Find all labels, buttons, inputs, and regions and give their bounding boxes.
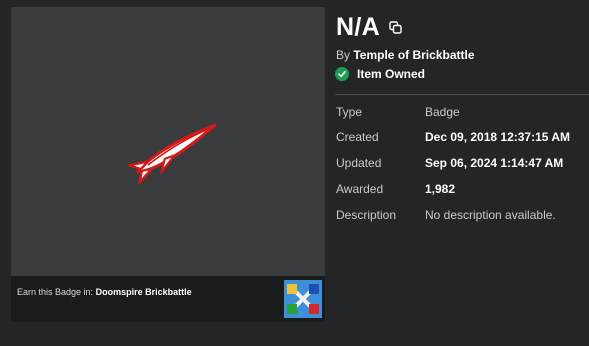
badge-media-card: Earn this Badge in: Doomspire Brickbattl…: [11, 7, 325, 322]
detail-key-awarded: Awarded: [336, 182, 384, 196]
badge-thumbnail: [11, 7, 325, 276]
item-title-row: N/A: [336, 13, 402, 41]
item-owned-status: Item Owned: [335, 67, 425, 81]
detail-key-type: Type: [336, 105, 363, 119]
detail-key-description: Description: [336, 208, 397, 222]
detail-value-awarded: 1,982: [425, 182, 456, 196]
owned-label: Item Owned: [357, 67, 426, 81]
detail-key-created: Created: [336, 130, 379, 144]
doomspire-thumbnail-icon: [284, 280, 322, 318]
by-prefix: By: [336, 48, 351, 62]
badge-details-page: Earn this Badge in: Doomspire Brickbattl…: [0, 0, 589, 346]
detail-key-updated: Updated: [336, 156, 382, 170]
earn-prefix: Earn this Badge in:: [17, 287, 94, 297]
detail-value-description: No description available.: [425, 208, 556, 222]
copy-icon[interactable]: [389, 20, 402, 34]
section-divider: [335, 94, 589, 95]
place-thumbnail[interactable]: [284, 280, 322, 318]
rocket-badge-icon: [128, 123, 217, 184]
creator-byline: By Temple of Brickbattle: [336, 48, 475, 62]
detail-value-type: Badge: [425, 105, 460, 119]
creator-link[interactable]: Temple of Brickbattle: [353, 48, 474, 62]
place-name-link[interactable]: Doomspire Brickbattle: [96, 287, 192, 297]
earn-badge-caption: Earn this Badge in: Doomspire Brickbattl…: [17, 287, 192, 297]
detail-value-created: Dec 09, 2018 12:37:15 AM: [425, 130, 570, 144]
detail-value-updated: Sep 06, 2024 1:14:47 AM: [425, 156, 564, 170]
item-title: N/A: [336, 13, 380, 41]
checkmark-icon: [335, 67, 349, 81]
